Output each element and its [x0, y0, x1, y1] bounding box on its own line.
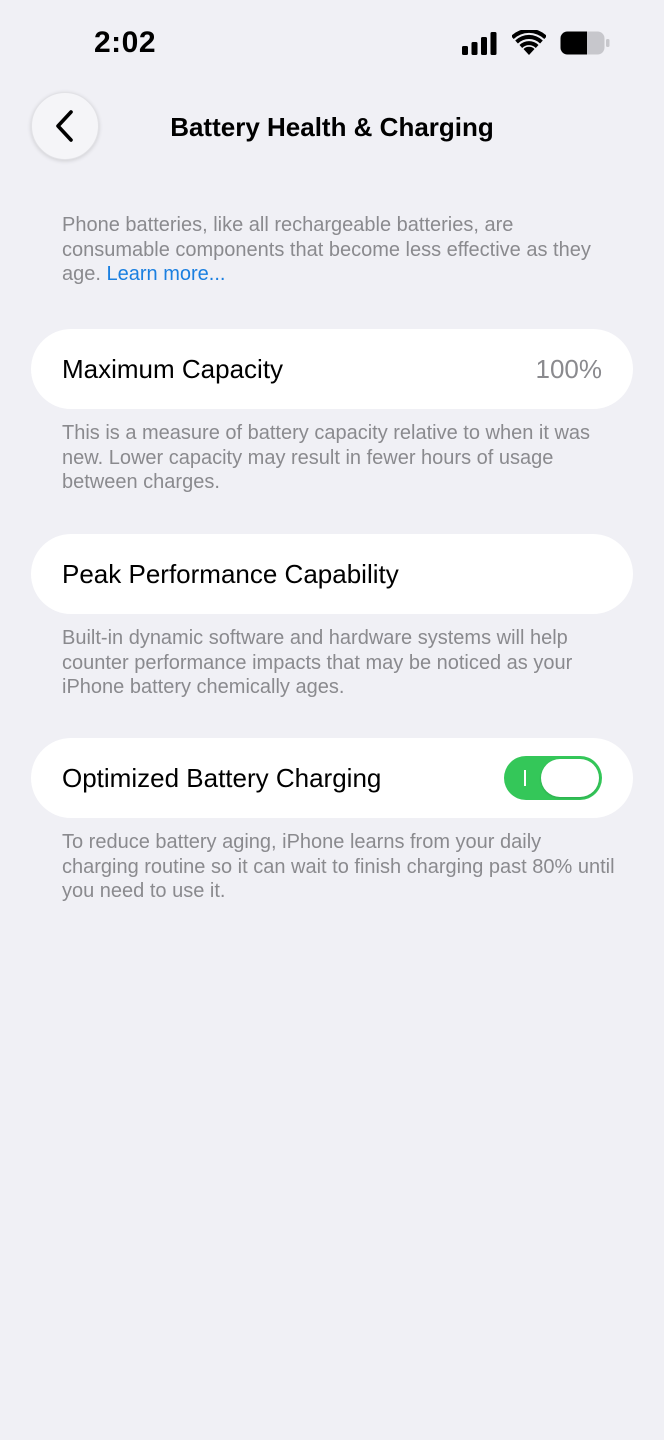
battery-icon: [560, 31, 610, 60]
peak-performance-footnote: Built-in dynamic software and hardware s…: [62, 627, 573, 699]
status-icons: [462, 28, 610, 61]
peak-performance-label: Peak Performance Capability: [62, 558, 399, 589]
status-time: 2:02: [94, 26, 157, 59]
page-title: Battery Health & Charging: [170, 112, 494, 142]
maximum-capacity-label: Maximum Capacity: [62, 353, 284, 384]
status-bar: 2:02: [0, 0, 664, 90]
cellular-signal-icon: [462, 31, 498, 60]
optimized-charging-row: Optimized Battery Charging: [31, 738, 633, 818]
maximum-capacity-value: 100%: [535, 353, 603, 384]
learn-more-link[interactable]: Learn more...: [106, 263, 225, 285]
maximum-capacity-row: Maximum Capacity 100%: [31, 329, 633, 409]
maximum-capacity-footnote: This is a measure of battery capacity re…: [62, 422, 591, 494]
toggle-on-indicator: [524, 770, 526, 786]
navigation-header: Battery Health & Charging: [0, 90, 664, 162]
optimized-charging-footnote: To reduce battery aging, iPhone learns f…: [62, 831, 615, 903]
wifi-icon: [511, 28, 547, 61]
peak-performance-row[interactable]: Peak Performance Capability: [31, 534, 633, 614]
optimized-charging-toggle[interactable]: [504, 756, 602, 800]
toggle-knob: [541, 759, 599, 797]
optimized-charging-label: Optimized Battery Charging: [62, 762, 382, 793]
intro-text: Phone batteries, like all rechargeable b…: [62, 213, 622, 287]
